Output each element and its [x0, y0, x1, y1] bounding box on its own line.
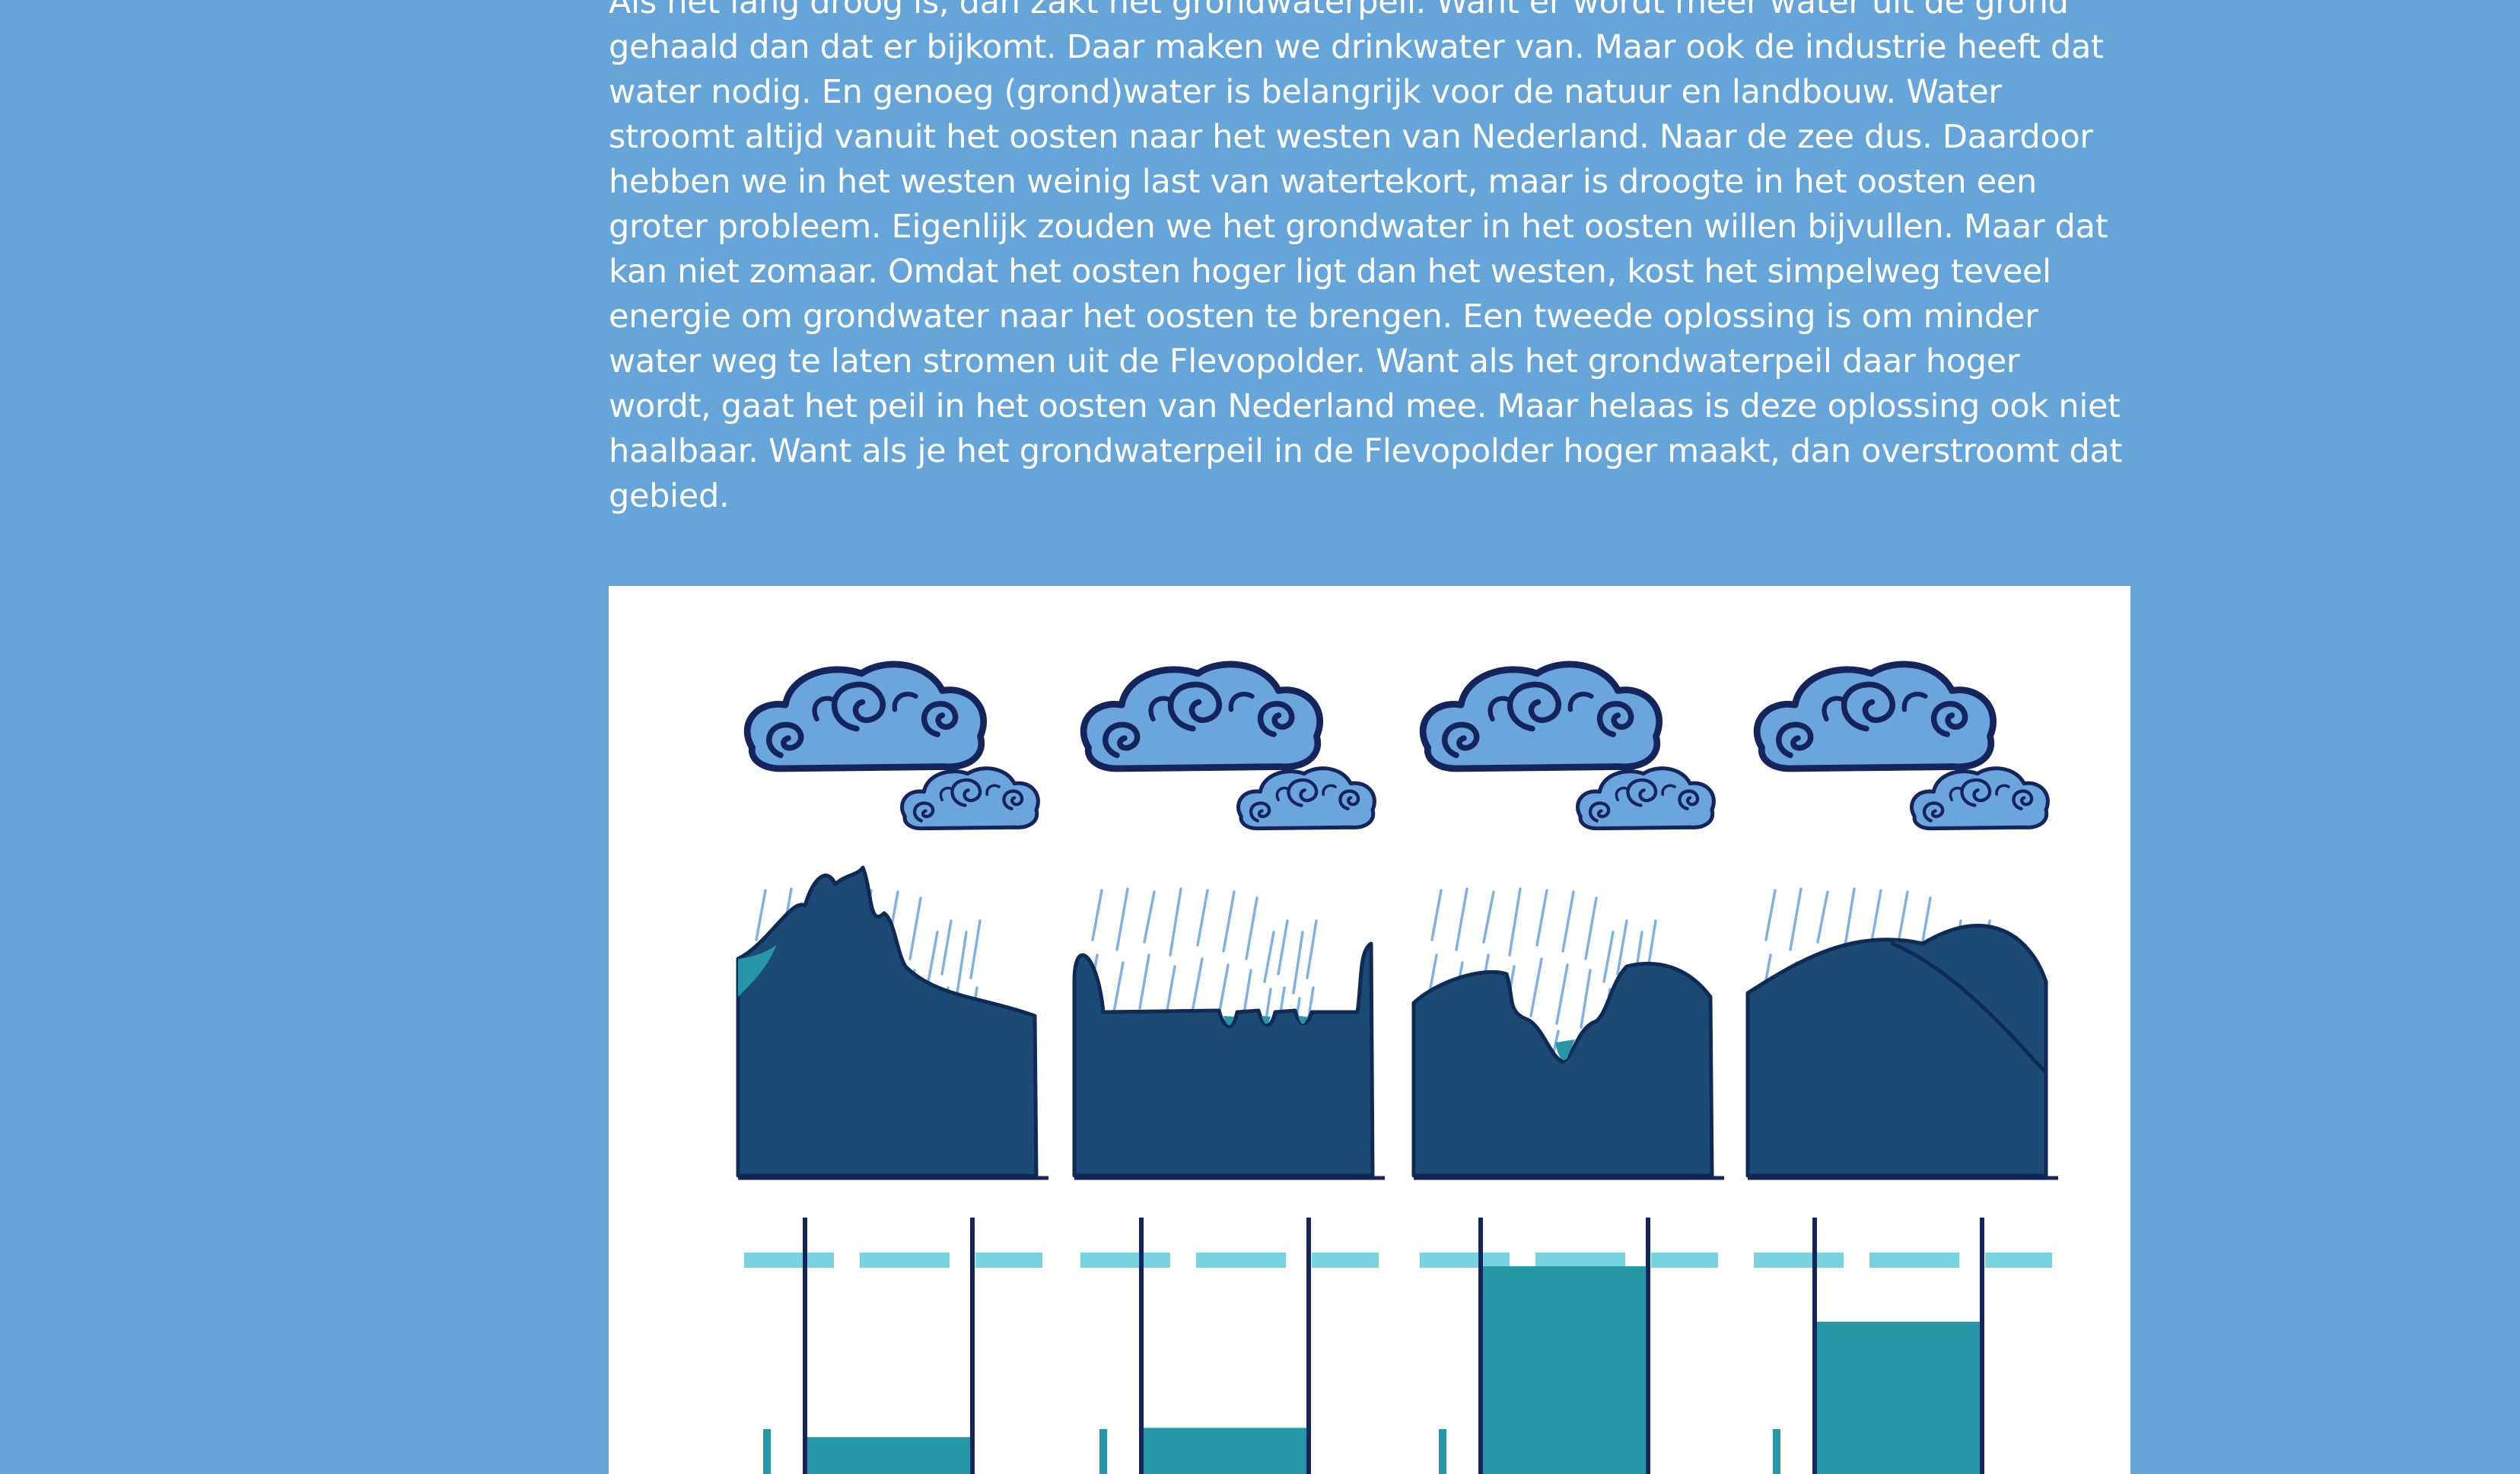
- cloud-icon: [902, 769, 1039, 829]
- scene-3: [1411, 664, 1724, 1474]
- cloud-icon: [1757, 664, 1993, 769]
- scenes-layer: [736, 664, 2058, 1474]
- illustration-canvas: [736, 586, 2058, 1474]
- land-profile-icon: [736, 865, 1039, 1178]
- article-paragraph: Als het lang droog is, dan zakt het gron…: [609, 0, 2123, 515]
- tube-water-fill: [805, 1437, 972, 1474]
- cloud-icon: [1239, 769, 1375, 829]
- cloud-icon: [1912, 769, 2048, 829]
- scene-2: [1072, 664, 1385, 1474]
- scene-1: [736, 664, 1048, 1474]
- cloud-icon: [1578, 769, 1714, 829]
- cloud-icon: [747, 664, 984, 769]
- cloud-icon: [1083, 664, 1320, 769]
- tube-water-fill: [1815, 1321, 1982, 1474]
- scene-4: [1745, 664, 2058, 1474]
- groundwater-illustration: [609, 586, 2130, 1474]
- tube-water-fill: [1141, 1428, 1309, 1474]
- cloud-icon: [1423, 664, 1659, 769]
- tube-water-fill: [1481, 1266, 1648, 1474]
- land-profile-icon: [1745, 924, 2048, 1178]
